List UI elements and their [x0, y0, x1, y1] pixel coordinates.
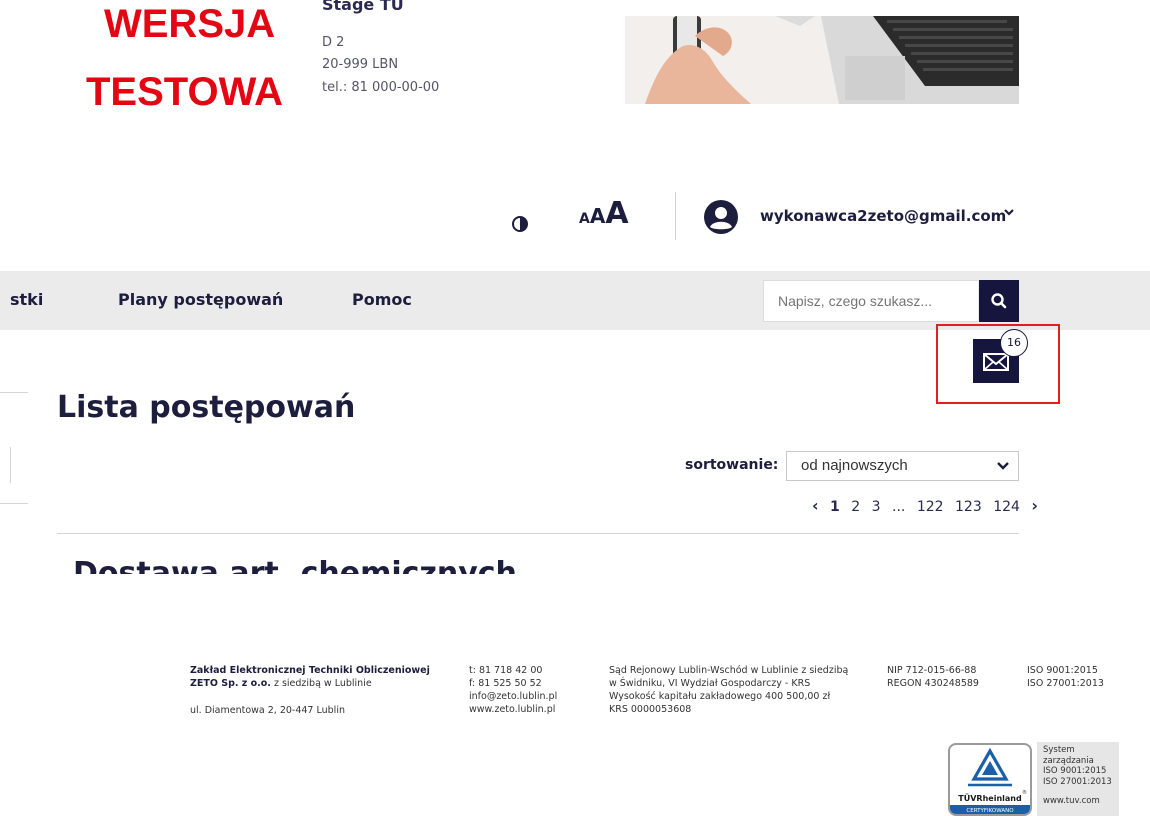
brand-line-2: TESTOWA — [86, 70, 284, 114]
divider — [0, 392, 28, 393]
footer-iso-9001: ISO 9001:2015 — [1027, 665, 1098, 676]
pagination-page[interactable]: 124 — [993, 499, 1020, 515]
footer-nip: NIP 712-015-66-88 — [887, 665, 977, 676]
footer-court-line: Wysokość kapitału zakładowego 400 500,00… — [609, 691, 831, 702]
pagination-next-chevron-right-icon[interactable]: › — [1031, 496, 1038, 515]
sort-label: sortowanie: — [685, 457, 779, 473]
footer-court-line: KRS 0000053608 — [609, 704, 692, 715]
pagination-page[interactable]: 2 — [851, 499, 860, 515]
pagination-page[interactable]: 1 — [830, 499, 840, 515]
divider — [0, 503, 28, 504]
pagination: ‹ 1 2 3 ... 122 123 124 › — [812, 496, 1045, 515]
tuv-badge: CERTYFIKOWANO — [966, 808, 1014, 814]
chevron-down-icon — [996, 452, 1010, 490]
footer-court-line: w Świdniku, VI Wydział Gospodarczy - KRS — [609, 678, 811, 689]
page-title: Lista postępowań — [57, 390, 356, 425]
divider — [675, 192, 676, 240]
tuv-url: www.tuv.com — [1043, 796, 1100, 806]
user-email[interactable]: wykonawca2zeto@gmail.com — [760, 207, 1006, 225]
address-line: tel.: 81 000-00-00 — [322, 80, 440, 95]
footer-contact: t: 81 718 42 00 f: 81 525 50 52 info@zet… — [469, 664, 557, 716]
brand-line-1: WERSJA — [104, 2, 276, 46]
pagination-page[interactable]: 122 — [917, 499, 944, 515]
address-line: 20-999 LBN — [322, 57, 399, 72]
footer-company-address: ul. Diamentowa 2, 20-447 Lublin — [190, 705, 345, 716]
search-button[interactable] — [979, 280, 1019, 322]
footer-company-name: Zakład Elektronicznej Techniki Obliczeni… — [190, 665, 430, 676]
footer-company: Zakład Elektronicznej Techniki Obliczeni… — [190, 664, 430, 717]
list-item: Dostawa art. chemicznych — [73, 556, 673, 574]
tuv-line: ISO 27001:2013 — [1043, 776, 1112, 787]
messages-count-badge: 16 — [1000, 329, 1028, 357]
footer-company-short: ZETO Sp. z o.o. — [190, 678, 271, 689]
tuv-certificate-text: System zarządzania ISO 9001:2015 ISO 270… — [1037, 742, 1119, 816]
footer-phone: t: 81 718 42 00 — [469, 665, 543, 676]
filter-box-edge — [10, 447, 11, 483]
footer-email-link[interactable]: info@zeto.lublin.pl — [469, 690, 557, 703]
footer-company-seat: z siedzibą w Lublinie — [270, 678, 372, 689]
sort-select[interactable]: od najnowszych — [786, 451, 1019, 481]
footer-www-link[interactable]: www.zeto.lublin.pl — [469, 703, 557, 716]
hero-image — [625, 16, 1019, 104]
font-size-small-button[interactable]: A — [579, 211, 590, 227]
list-item-title[interactable]: Dostawa art. chemicznych — [73, 556, 673, 574]
stage-label: Stage TU — [322, 0, 404, 14]
tuv-line: ISO 9001:2015 — [1043, 766, 1107, 776]
footer-ids: NIP 712-015-66-88 REGON 430248589 — [887, 664, 979, 690]
sort-select-value: od najnowszych — [801, 457, 908, 474]
pagination-page[interactable]: 123 — [955, 499, 982, 515]
tuv-registered-mark: ® — [1022, 789, 1027, 796]
tuv-certificate-logo: ® TÜVRheinland CERTYFIKOWANO — [948, 743, 1032, 816]
tuv-line: zarządzania — [1043, 755, 1094, 766]
footer-fax: f: 81 525 50 52 — [469, 678, 542, 689]
font-size-medium-button[interactable]: A — [590, 204, 605, 228]
footer-court-line: Sąd Rejonowy Lublin-Wschód w Lublinie z … — [609, 665, 849, 676]
footer-regon: REGON 430248589 — [887, 678, 979, 689]
nav-item-plany[interactable]: Plany postępowań — [118, 290, 283, 309]
search-input[interactable] — [763, 280, 978, 322]
pagination-prev-chevron-left-icon[interactable]: ‹ — [812, 496, 819, 515]
contrast-toggle-icon[interactable] — [512, 216, 528, 232]
footer-iso-27001: ISO 27001:2013 — [1027, 678, 1104, 689]
search-icon — [991, 293, 1007, 309]
pagination-page[interactable]: 3 — [872, 499, 881, 515]
tuv-brand: TÜVRheinland — [958, 793, 1022, 803]
chevron-down-icon[interactable] — [1003, 206, 1015, 220]
list-divider — [57, 533, 1019, 534]
footer-court: Sąd Rejonowy Lublin-Wschód w Lublinie z … — [609, 664, 848, 716]
tuv-line: System — [1043, 745, 1075, 755]
nav-item-pomoc[interactable]: Pomoc — [352, 290, 412, 309]
nav-item-wszystkie[interactable]: stki — [10, 290, 43, 309]
pagination-ellipsis: ... — [892, 499, 906, 515]
address-line: D 2 — [322, 35, 345, 50]
user-circle-icon[interactable] — [704, 200, 738, 234]
font-size-controls: AAA — [579, 196, 629, 231]
font-size-large-button[interactable]: A — [605, 196, 628, 231]
footer-iso: ISO 9001:2015 ISO 27001:2013 — [1027, 664, 1104, 690]
